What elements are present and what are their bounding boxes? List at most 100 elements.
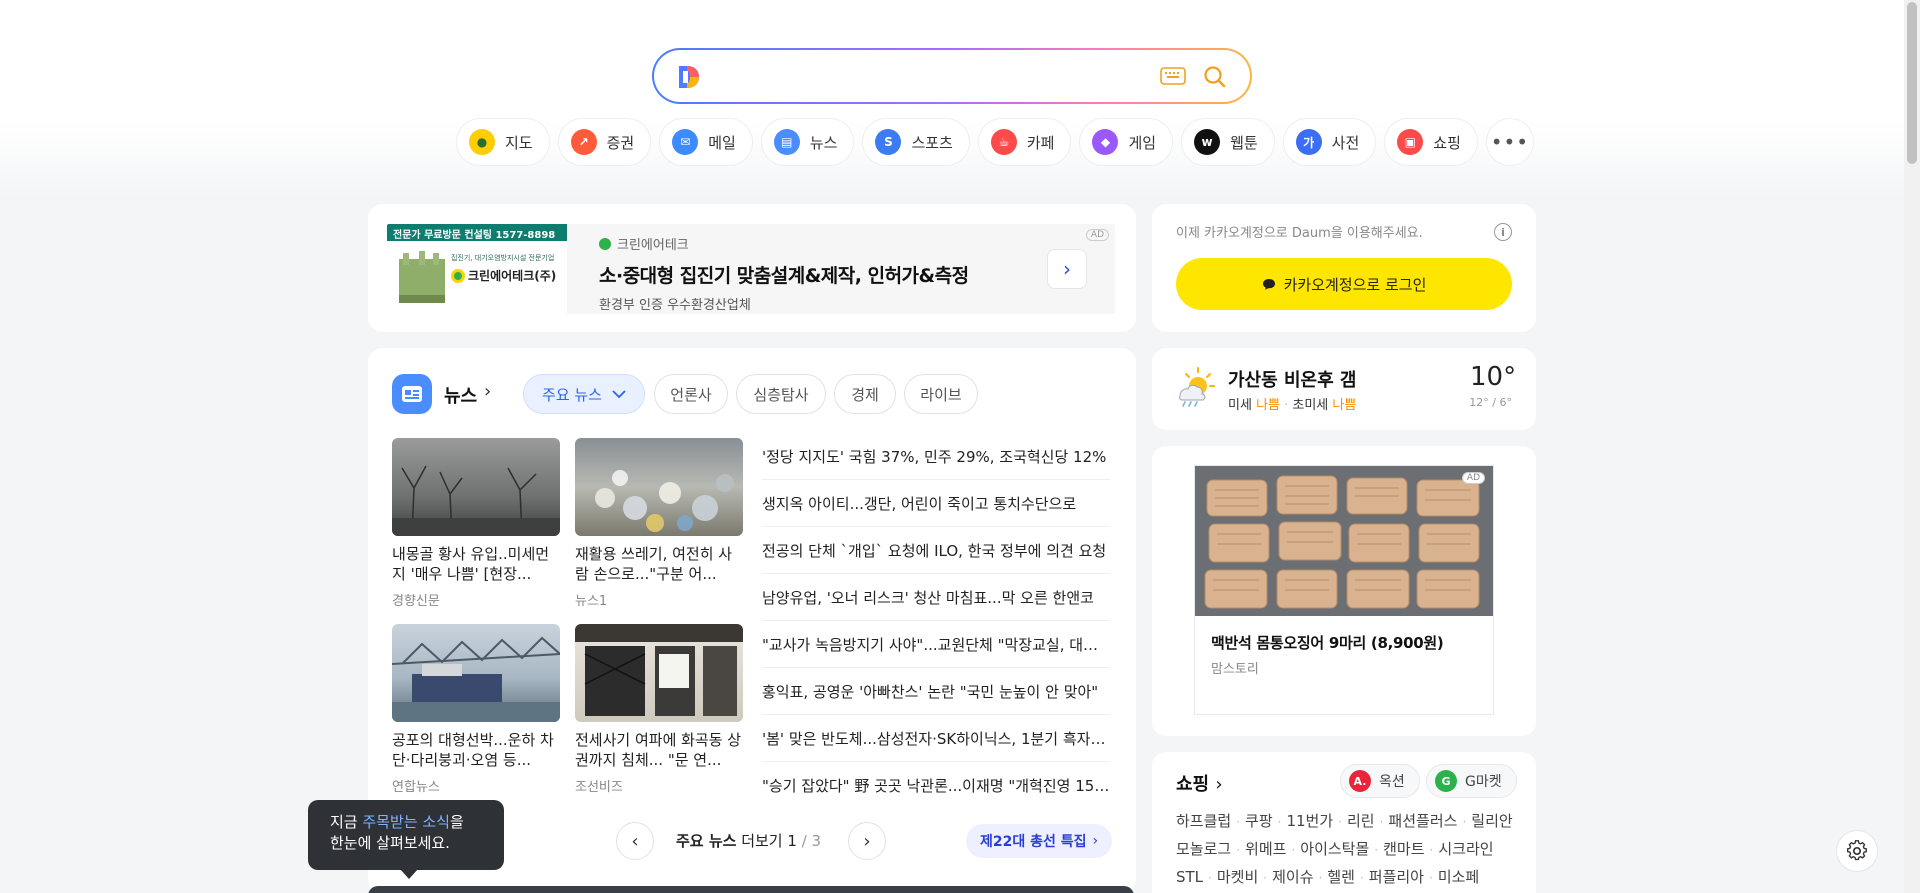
news-photo-source[interactable]: 경향신문 (392, 590, 440, 609)
ad-banner-image[interactable]: 전문가 무료방문 컨설팅 1577-8898 집진기, 대기오염방지시설 전문기… (387, 224, 567, 314)
shopping-link[interactable]: 리린 (1347, 812, 1375, 830)
shopping-link[interactable]: 쿠팡 (1245, 812, 1273, 830)
chevron-right-icon[interactable]: › (484, 381, 491, 402)
service-shortcut-7[interactable]: ᴡ 웹툰 (1181, 118, 1275, 166)
service-shortcut-3[interactable]: ▤ 뉴스 (760, 118, 855, 166)
service-shortcut-label: 메일 (708, 133, 736, 152)
search-icon[interactable] (1202, 64, 1228, 90)
next-page-button[interactable]: › (848, 822, 886, 860)
speech-bubble-icon (1262, 278, 1275, 290)
settings-button[interactable] (1836, 830, 1878, 872)
shopping-link[interactable]: 헬렌 (1327, 868, 1355, 886)
separator: · (1374, 843, 1379, 857)
shopping-link[interactable]: 제이슈 (1272, 868, 1313, 886)
separator: · (1263, 871, 1268, 885)
service-shortcut-4[interactable]: S 스포츠 (862, 118, 970, 166)
kakao-login-button[interactable]: 카카오계정으로 로그인 (1176, 258, 1512, 310)
news-photo-3[interactable] (392, 624, 560, 722)
news-photo-source[interactable]: 연합뉴스 (392, 776, 440, 795)
product-ad[interactable]: AD 맥반석 몸통오징어 9마리 (8,900원) 맘스토리 (1194, 465, 1494, 715)
gmarket-badge[interactable]: G G마켓 (1426, 764, 1517, 798)
news-photo-caption[interactable]: 재활용 쓰레기, 여전히 사람 손으로..."구분 어... (575, 544, 743, 584)
shopping-section-title[interactable]: 쇼핑 › (1176, 770, 1223, 796)
more-services-button[interactable]: ••• (1485, 118, 1534, 166)
news-photo-4[interactable] (575, 624, 743, 722)
separator: · (1429, 843, 1434, 857)
shopping-link[interactable]: 하프클럽 (1176, 812, 1231, 830)
service-shortcut-2[interactable]: ✉ 메일 (659, 118, 753, 166)
separator: · (1236, 843, 1241, 857)
shopping-link[interactable]: 미소페 (1438, 868, 1479, 886)
news-headline[interactable]: 전공의 단체 `개입` 요청에 ILO, 한국 정부에 의견 요청 (762, 528, 1110, 574)
ad-arrow-button[interactable]: › (1047, 249, 1087, 289)
shopping-links-row-1: 하프클럽 · 쿠팡 · 11번가 · 리린 · 패션플러스 · 릴리안 (1176, 810, 1513, 831)
service-shortcut-5[interactable]: ☕ 카페 (977, 118, 1072, 166)
shopping-link[interactable]: 캔마트 (1383, 840, 1424, 858)
ad-banner[interactable]: 전문가 무료방문 컨설팅 1577-8898 집진기, 대기오염방지시설 전문기… (387, 224, 1115, 314)
shopping-link[interactable]: 아이스탁몰 (1300, 840, 1369, 858)
ad-image-brand: 크린에어테크(주) (451, 267, 556, 284)
news-section-title[interactable]: 뉴스 (444, 382, 477, 408)
auction-badge[interactable]: A. 옥션 (1340, 764, 1420, 798)
prev-page-button[interactable]: ‹ (616, 822, 654, 860)
shopping-link[interactable]: 위메프 (1245, 840, 1286, 858)
election-special-button[interactable]: 제22대 총선 특집 › (966, 824, 1113, 858)
shopping-link[interactable]: 패션플러스 (1388, 812, 1457, 830)
more-news-link[interactable]: 주요 뉴스 더보기 1 / 3 (676, 830, 821, 851)
tab-main-news[interactable]: 주요 뉴스 (523, 374, 645, 414)
tab-economy[interactable]: 경제 (834, 374, 896, 414)
news-photo-caption[interactable]: 내몽골 황사 유입..미세먼지 '매우 나쁨' [현장... (392, 544, 560, 584)
service-shortcut-label: 뉴스 (809, 133, 838, 152)
news-headline[interactable]: 생지옥 아이티...갱단, 어린이 죽이고 통치수단으로 (762, 481, 1110, 527)
news-headline[interactable]: "승기 잡았다" 野 곳곳 낙관론...이재명 "개혁진영 151석" (762, 763, 1110, 809)
ad-headline[interactable]: 소·중대형 집진기 맞춤설계&제작, 인허가&측정 (599, 261, 969, 288)
service-shortcut-label: 쇼핑 (1433, 133, 1461, 152)
ad-badge[interactable]: AD (1085, 229, 1109, 241)
news-headline[interactable]: "교사가 녹음방지기 사야"...교원단체 "막장교실, 대책을" (762, 622, 1110, 668)
chevron-right-icon: › (863, 830, 871, 852)
service-shortcut-0[interactable]: ● 지도 (456, 118, 550, 166)
news-headline[interactable]: '정당 지지도' 국힘 37%, 민주 29%, 조국혁신당 12% (762, 434, 1110, 480)
ad-image-subtext: 집진기, 대기오염방지시설 전문기업 (451, 254, 555, 262)
service-shortcut-1[interactable]: ↗ 증권 (557, 118, 652, 166)
advertiser-logo-icon (599, 237, 611, 250)
news-photo-source[interactable]: 조선비즈 (575, 776, 623, 795)
info-icon[interactable]: i (1494, 223, 1512, 241)
weather-rain-after-clear-icon (1179, 367, 1215, 407)
weather-location[interactable]: 가산동 비온후 갬 (1228, 366, 1356, 392)
service-shortcut-label: 게임 (1128, 133, 1157, 152)
news-photo-2[interactable] (575, 438, 743, 536)
service-shortcut-label: 사전 (1331, 133, 1360, 152)
shopping-link[interactable]: STL (1176, 868, 1203, 886)
daum-logo-icon[interactable] (674, 63, 702, 91)
separator: · (1428, 871, 1433, 885)
product-name[interactable]: 맥반석 몸통오징어 9마리 (8,900원) (1211, 632, 1444, 653)
service-shortcut-9[interactable]: ▣ 쇼핑 (1384, 118, 1478, 166)
scrollbar-thumb[interactable] (1907, 2, 1917, 164)
keyboard-icon[interactable] (1160, 67, 1186, 85)
shopping-link[interactable]: 릴리안 (1471, 812, 1512, 830)
news-headline[interactable]: 홍익표, 공영운 '아빠찬스' 논란 "국민 눈높이 안 맞아" (762, 669, 1110, 715)
tab-in-depth[interactable]: 심층탐사 (736, 374, 826, 414)
news-photo-source[interactable]: 뉴스1 (575, 590, 607, 609)
tab-press[interactable]: 언론사 (654, 374, 728, 414)
news-photo-1[interactable] (392, 438, 560, 536)
shopping-link[interactable]: 퍼플리아 (1369, 868, 1424, 886)
news-photo-caption[interactable]: 공포의 대형선박...운하 차단·다리붕괴·오염 등... (392, 730, 560, 770)
ad-badge[interactable]: AD (1461, 472, 1485, 484)
search-box[interactable] (652, 48, 1252, 104)
shopping-link[interactable]: 모놀로그 (1176, 840, 1231, 858)
news-headline[interactable]: '봄' 맞은 반도체...삼성전자·SK하이닉스, 1분기 흑자 기대 (762, 716, 1110, 762)
shopping-link[interactable]: 마켓비 (1217, 868, 1258, 886)
news-headline[interactable]: 남양유업, '오너 리스크' 청산 마침표...막 오른 한앤코 (762, 575, 1110, 621)
news-photo-caption[interactable]: 전세사기 여파에 화곡동 상권까지 침체... "문 연... (575, 730, 743, 770)
search-input[interactable] (716, 64, 1166, 90)
service-shortcut-8[interactable]: 가 사전 (1282, 118, 1377, 166)
product-image[interactable]: AD (1195, 466, 1493, 616)
shopping-link[interactable]: 11번가 (1286, 812, 1333, 830)
separator: · (1462, 815, 1467, 829)
service-shortcut-6[interactable]: ◆ 게임 (1079, 118, 1174, 166)
tab-live[interactable]: 라이브 (904, 374, 978, 414)
ad-advertiser[interactable]: 크린에어테크 (599, 234, 969, 253)
shopping-link[interactable]: 시크라인 (1438, 840, 1493, 858)
